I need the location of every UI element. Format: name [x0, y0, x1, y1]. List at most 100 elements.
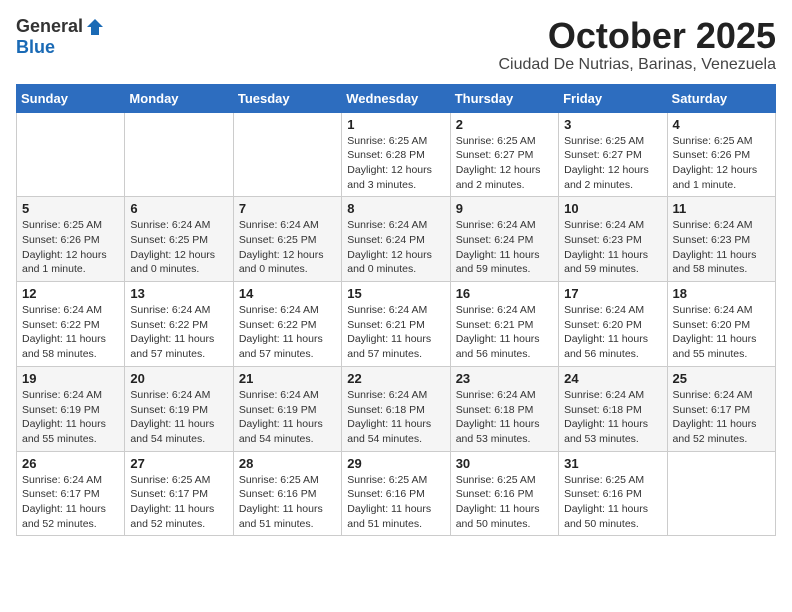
calendar-day-cell: [125, 112, 233, 197]
logo: General Blue: [16, 16, 105, 58]
day-info: Sunrise: 6:24 AM Sunset: 6:25 PM Dayligh…: [239, 218, 336, 277]
day-number: 31: [564, 456, 661, 471]
calendar-day-cell: 5Sunrise: 6:25 AM Sunset: 6:26 PM Daylig…: [17, 197, 125, 282]
calendar-header-row: SundayMondayTuesdayWednesdayThursdayFrid…: [17, 84, 776, 112]
calendar-week-row: 19Sunrise: 6:24 AM Sunset: 6:19 PM Dayli…: [17, 366, 776, 451]
calendar-day-cell: 4Sunrise: 6:25 AM Sunset: 6:26 PM Daylig…: [667, 112, 775, 197]
day-number: 23: [456, 371, 553, 386]
day-info: Sunrise: 6:24 AM Sunset: 6:17 PM Dayligh…: [22, 473, 119, 532]
calendar-day-cell: 21Sunrise: 6:24 AM Sunset: 6:19 PM Dayli…: [233, 366, 341, 451]
calendar-day-cell: 1 Sunrise: 6:25 AM Sunset: 6:28 PM Daylig…: [342, 112, 450, 197]
calendar-day-cell: 17 Sunrise: 6:24 AM Sunset: 6:20 PM Dayli…: [559, 282, 667, 367]
day-number: 17: [564, 286, 661, 301]
day-of-week-header: Thursday: [450, 84, 558, 112]
day-number: 26: [22, 456, 119, 471]
day-of-week-header: Friday: [559, 84, 667, 112]
calendar-day-cell: 18Sunrise: 6:24 AM Sunset: 6:20 PM Dayli…: [667, 282, 775, 367]
day-info: Sunrise: 6:24 AM Sunset: 6:22 PM Dayligh…: [130, 303, 227, 362]
day-info: Sunrise: 6:24 AM Sunset: 6:25 PM Dayligh…: [130, 218, 227, 277]
day-info: Sunrise: 6:25 AM Sunset: 6:16 PM Dayligh…: [456, 473, 553, 532]
day-info: Sunrise: 6:25 AM Sunset: 6:27 PM Dayligh…: [456, 134, 553, 193]
calendar-day-cell: 20Sunrise: 6:24 AM Sunset: 6:19 PM Dayli…: [125, 366, 233, 451]
day-of-week-header: Monday: [125, 84, 233, 112]
day-number: 30: [456, 456, 553, 471]
day-info: Sunrise: 6:24 AM Sunset: 6:20 PM Dayligh…: [564, 303, 661, 362]
day-number: 27: [130, 456, 227, 471]
calendar-day-cell: 26 Sunrise: 6:24 AM Sunset: 6:17 PM Dayli…: [17, 451, 125, 536]
calendar-week-row: 26 Sunrise: 6:24 AM Sunset: 6:17 PM Dayli…: [17, 451, 776, 536]
calendar-day-cell: 27 Sunrise: 6:25 AM Sunset: 6:17 PM Dayli…: [125, 451, 233, 536]
day-number: 11: [673, 201, 770, 216]
day-number: 13: [130, 286, 227, 301]
day-info: Sunrise: 6:24 AM Sunset: 6:21 PM Dayligh…: [456, 303, 553, 362]
calendar-week-row: 5Sunrise: 6:25 AM Sunset: 6:26 PM Daylig…: [17, 197, 776, 282]
day-number: 20: [130, 371, 227, 386]
calendar-day-cell: 29 Sunrise: 6:25 AM Sunset: 6:16 PM Dayli…: [342, 451, 450, 536]
calendar-day-cell: [233, 112, 341, 197]
day-info: Sunrise: 6:24 AM Sunset: 6:24 PM Dayligh…: [347, 218, 444, 277]
calendar-day-cell: 15 Sunrise: 6:24 AM Sunset: 6:21 PM Dayli…: [342, 282, 450, 367]
day-number: 6: [130, 201, 227, 216]
calendar-day-cell: 3Sunrise: 6:25 AM Sunset: 6:27 PM Daylig…: [559, 112, 667, 197]
title-block: October 2025 Ciudad De Nutrias, Barinas,…: [499, 16, 777, 74]
day-info: Sunrise: 6:24 AM Sunset: 6:18 PM Dayligh…: [564, 388, 661, 447]
logo-blue-text: Blue: [16, 37, 55, 58]
day-number: 7: [239, 201, 336, 216]
calendar-day-cell: 30 Sunrise: 6:25 AM Sunset: 6:16 PM Dayli…: [450, 451, 558, 536]
calendar-day-cell: 16 Sunrise: 6:24 AM Sunset: 6:21 PM Dayli…: [450, 282, 558, 367]
calendar-table: SundayMondayTuesdayWednesdayThursdayFrid…: [16, 84, 776, 537]
day-number: 12: [22, 286, 119, 301]
day-info: Sunrise: 6:24 AM Sunset: 6:23 PM Dayligh…: [564, 218, 661, 277]
day-number: 29: [347, 456, 444, 471]
day-info: Sunrise: 6:25 AM Sunset: 6:26 PM Dayligh…: [673, 134, 770, 193]
calendar-day-cell: 23 Sunrise: 6:24 AM Sunset: 6:18 PM Dayli…: [450, 366, 558, 451]
day-of-week-header: Saturday: [667, 84, 775, 112]
day-info: Sunrise: 6:25 AM Sunset: 6:16 PM Dayligh…: [347, 473, 444, 532]
calendar-day-cell: 31 Sunrise: 6:25 AM Sunset: 6:16 PM Dayli…: [559, 451, 667, 536]
day-info: Sunrise: 6:24 AM Sunset: 6:24 PM Dayligh…: [456, 218, 553, 277]
day-info: Sunrise: 6:24 AM Sunset: 6:21 PM Dayligh…: [347, 303, 444, 362]
day-number: 3: [564, 117, 661, 132]
day-number: 1: [347, 117, 444, 132]
day-info: Sunrise: 6:24 AM Sunset: 6:22 PM Dayligh…: [22, 303, 119, 362]
calendar-day-cell: 7 Sunrise: 6:24 AM Sunset: 6:25 PM Daylig…: [233, 197, 341, 282]
day-info: Sunrise: 6:24 AM Sunset: 6:17 PM Dayligh…: [673, 388, 770, 447]
day-info: Sunrise: 6:24 AM Sunset: 6:22 PM Dayligh…: [239, 303, 336, 362]
day-number: 10: [564, 201, 661, 216]
logo-general-text: General: [16, 16, 83, 37]
page-header: General Blue October 2025 Ciudad De Nutr…: [16, 16, 776, 74]
calendar-day-cell: 6 Sunrise: 6:24 AM Sunset: 6:25 PM Daylig…: [125, 197, 233, 282]
day-info: Sunrise: 6:24 AM Sunset: 6:18 PM Dayligh…: [347, 388, 444, 447]
day-info: Sunrise: 6:25 AM Sunset: 6:16 PM Dayligh…: [564, 473, 661, 532]
day-number: 21: [239, 371, 336, 386]
day-info: Sunrise: 6:24 AM Sunset: 6:20 PM Dayligh…: [673, 303, 770, 362]
day-info: Sunrise: 6:24 AM Sunset: 6:18 PM Dayligh…: [456, 388, 553, 447]
day-number: 2: [456, 117, 553, 132]
day-number: 28: [239, 456, 336, 471]
calendar-day-cell: 24Sunrise: 6:24 AM Sunset: 6:18 PM Dayli…: [559, 366, 667, 451]
day-number: 25: [673, 371, 770, 386]
day-info: Sunrise: 6:25 AM Sunset: 6:28 PM Dayligh…: [347, 134, 444, 193]
day-info: Sunrise: 6:25 AM Sunset: 6:16 PM Dayligh…: [239, 473, 336, 532]
calendar-day-cell: 2 Sunrise: 6:25 AM Sunset: 6:27 PM Daylig…: [450, 112, 558, 197]
day-info: Sunrise: 6:25 AM Sunset: 6:17 PM Dayligh…: [130, 473, 227, 532]
calendar-day-cell: 12 Sunrise: 6:24 AM Sunset: 6:22 PM Dayli…: [17, 282, 125, 367]
calendar-day-cell: 14 Sunrise: 6:24 AM Sunset: 6:22 PM Dayli…: [233, 282, 341, 367]
day-number: 19: [22, 371, 119, 386]
day-info: Sunrise: 6:24 AM Sunset: 6:23 PM Dayligh…: [673, 218, 770, 277]
day-of-week-header: Wednesday: [342, 84, 450, 112]
calendar-day-cell: 28 Sunrise: 6:25 AM Sunset: 6:16 PM Dayli…: [233, 451, 341, 536]
day-of-week-header: Tuesday: [233, 84, 341, 112]
day-of-week-header: Sunday: [17, 84, 125, 112]
calendar-day-cell: 11 Sunrise: 6:24 AM Sunset: 6:23 PM Dayli…: [667, 197, 775, 282]
day-number: 5: [22, 201, 119, 216]
calendar-day-cell: 19Sunrise: 6:24 AM Sunset: 6:19 PM Dayli…: [17, 366, 125, 451]
day-number: 16: [456, 286, 553, 301]
location-subtitle: Ciudad De Nutrias, Barinas, Venezuela: [499, 56, 777, 74]
day-number: 14: [239, 286, 336, 301]
calendar-week-row: 1 Sunrise: 6:25 AM Sunset: 6:28 PM Daylig…: [17, 112, 776, 197]
day-number: 15: [347, 286, 444, 301]
day-number: 8: [347, 201, 444, 216]
logo-icon: [85, 17, 105, 37]
calendar-day-cell: [17, 112, 125, 197]
